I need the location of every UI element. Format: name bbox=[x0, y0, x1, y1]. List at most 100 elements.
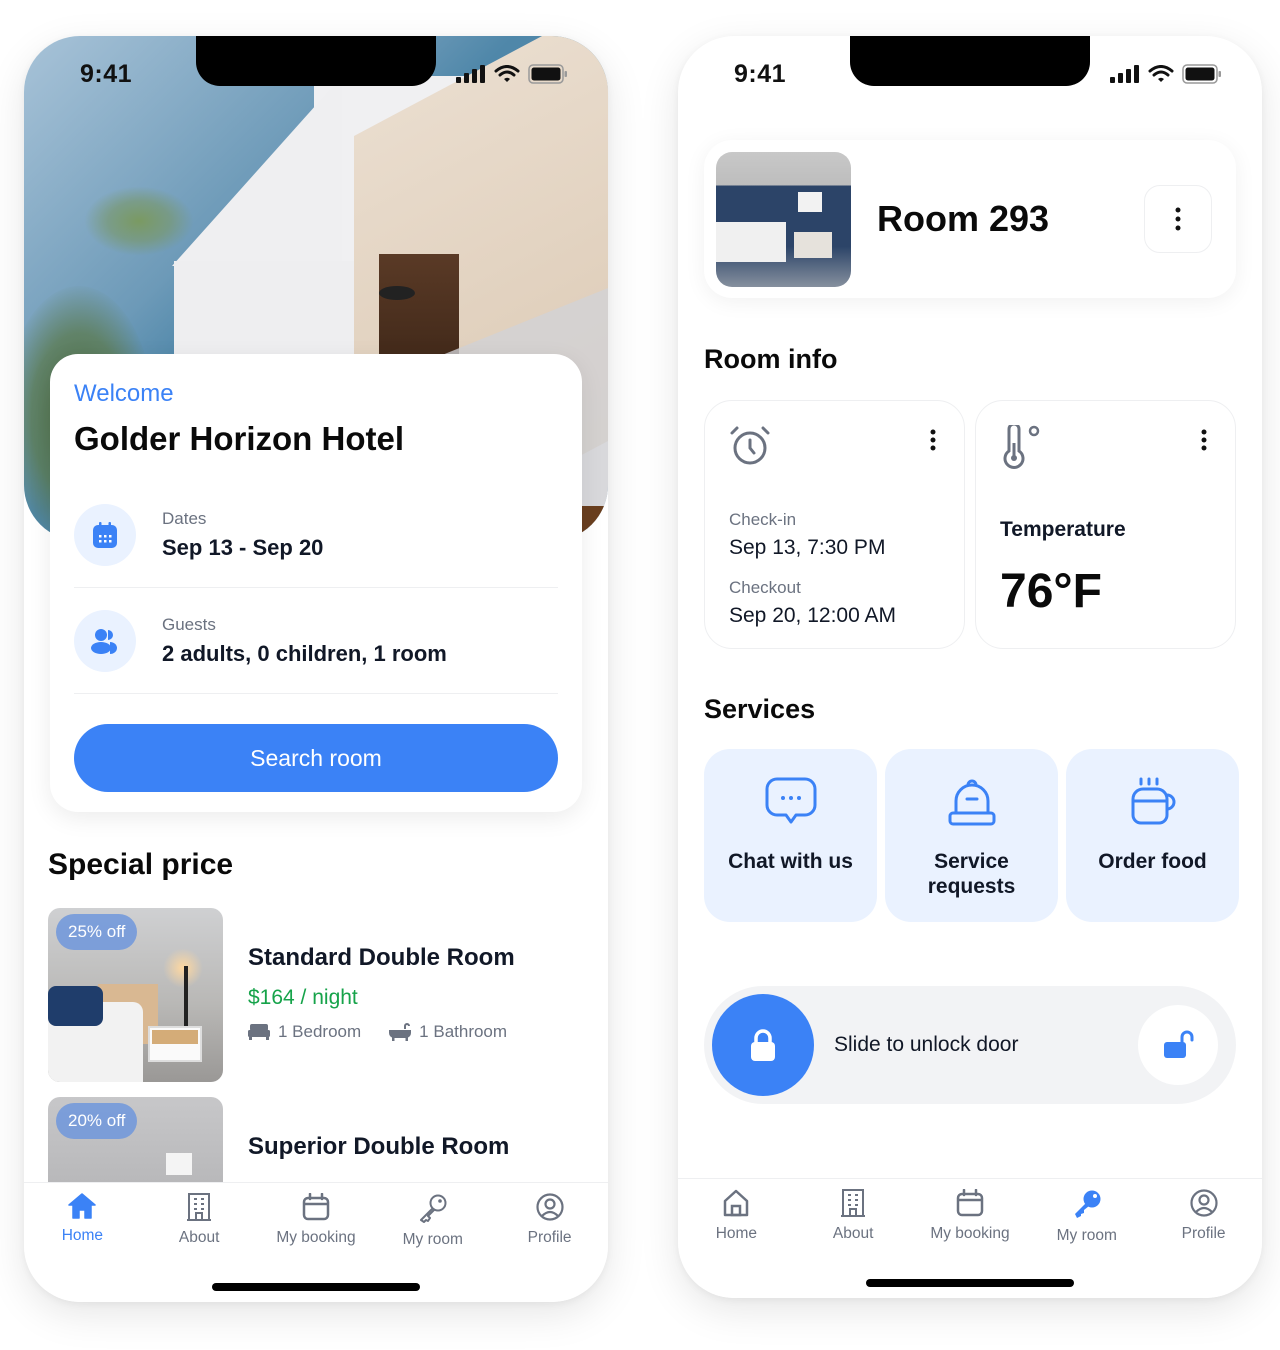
status-time: 9:41 bbox=[734, 60, 787, 88]
guests-row[interactable]: Guests 2 adults, 0 children, 1 room bbox=[74, 588, 558, 694]
device-notch bbox=[196, 36, 436, 86]
temperature-label: Temperature bbox=[1000, 518, 1126, 541]
more-options-button[interactable] bbox=[1144, 185, 1212, 253]
signal-icon bbox=[1110, 65, 1139, 83]
guests-value: 2 adults, 0 children, 1 room bbox=[162, 640, 447, 666]
service-label: Chat with us bbox=[728, 850, 853, 873]
special-price-title: Special price bbox=[48, 848, 234, 881]
tab-home[interactable]: Home bbox=[678, 1189, 794, 1245]
checkout-label: Checkout bbox=[729, 578, 801, 597]
home-icon bbox=[68, 1193, 97, 1219]
checkin-value: Sep 13, 7:30 PM bbox=[729, 536, 886, 559]
room-name: Superior Double Room bbox=[248, 1133, 510, 1160]
temperature-value: 76°F bbox=[1000, 565, 1102, 618]
more-vertical-icon bbox=[1175, 207, 1181, 231]
tab-label: Home bbox=[715, 1225, 758, 1242]
more-vertical-icon[interactable] bbox=[1201, 429, 1207, 456]
tab-label: Home bbox=[61, 1227, 104, 1244]
my-room-screen: 9:41 Room 293 Room info Check-in Sep 13,… bbox=[678, 36, 1262, 1298]
room-image: 25% off bbox=[48, 908, 223, 1082]
battery-icon bbox=[528, 64, 567, 84]
home-screen: 9:41 Welcome Golder Horizon Hotel Dates … bbox=[24, 36, 608, 1302]
tab-bar: Home About My booking My room Profile bbox=[678, 1178, 1262, 1298]
dates-row[interactable]: Dates Sep 13 - Sep 20 bbox=[74, 482, 558, 588]
stay-dates-card[interactable]: Check-in Sep 13, 7:30 PM Checkout Sep 20… bbox=[704, 400, 965, 649]
room-price: $164 / night bbox=[248, 986, 358, 1009]
slider-text: Slide to unlock door bbox=[834, 1033, 1019, 1056]
home-icon bbox=[724, 1189, 749, 1217]
calendar-icon bbox=[956, 1189, 984, 1217]
tab-about[interactable]: About bbox=[795, 1189, 911, 1245]
tab-label: My booking bbox=[276, 1229, 356, 1246]
tab-label: About bbox=[832, 1225, 874, 1242]
chat-bubble-icon bbox=[765, 777, 816, 824]
lock-icon bbox=[751, 1029, 775, 1061]
discount-badge: 25% off bbox=[56, 914, 138, 950]
user-circle-icon bbox=[1189, 1189, 1218, 1217]
users-icon bbox=[74, 609, 136, 672]
tab-label: Profile bbox=[1181, 1225, 1226, 1242]
tab-label: My booking bbox=[930, 1225, 1010, 1242]
room-name: Standard Double Room bbox=[248, 944, 515, 971]
room-card[interactable]: 25% off Standard Double Room $164 / nigh… bbox=[48, 908, 588, 1082]
service-requests[interactable]: Service requests bbox=[885, 749, 1058, 922]
more-vertical-icon[interactable] bbox=[930, 429, 936, 456]
bedroom-count: 1 Bedroom bbox=[278, 1022, 362, 1041]
device-notch bbox=[850, 36, 1090, 86]
key-icon bbox=[1074, 1190, 1101, 1218]
tab-about[interactable]: About bbox=[141, 1193, 257, 1249]
building-icon bbox=[841, 1189, 866, 1217]
tab-label: About bbox=[178, 1229, 220, 1246]
discount-badge: 20% off bbox=[56, 1103, 138, 1139]
tab-my-booking[interactable]: My booking bbox=[258, 1193, 374, 1249]
tab-home[interactable]: Home bbox=[24, 1193, 140, 1249]
tab-profile[interactable]: Profile bbox=[492, 1193, 608, 1249]
bathtub-icon bbox=[389, 1023, 412, 1041]
welcome-label: Welcome bbox=[74, 380, 174, 407]
dates-label: Dates bbox=[162, 508, 207, 528]
home-indicator bbox=[866, 1279, 1074, 1287]
tab-my-booking[interactable]: My booking bbox=[912, 1189, 1028, 1245]
checkin-label: Check-in bbox=[729, 510, 797, 529]
signal-icon bbox=[456, 65, 485, 83]
bed-icon bbox=[248, 1024, 270, 1040]
room-info-title: Room info bbox=[704, 344, 838, 374]
building-icon bbox=[187, 1193, 212, 1221]
room-photo bbox=[716, 151, 851, 287]
welcome-card: Welcome Golder Horizon Hotel Dates Sep 1… bbox=[50, 354, 582, 812]
coffee-cup-icon bbox=[1131, 777, 1175, 825]
unlock-door-slider[interactable]: Slide to unlock door bbox=[704, 986, 1236, 1104]
tab-profile[interactable]: Profile bbox=[1146, 1189, 1262, 1245]
home-indicator bbox=[212, 1283, 420, 1291]
wifi-icon bbox=[494, 65, 520, 82]
alarm-clock-icon bbox=[730, 426, 770, 465]
tab-my-room[interactable]: My room bbox=[375, 1193, 491, 1249]
dates-value: Sep 13 - Sep 20 bbox=[162, 534, 324, 560]
search-room-button[interactable]: Search room bbox=[74, 724, 558, 792]
slider-knob[interactable] bbox=[712, 994, 814, 1096]
calendar-icon bbox=[302, 1193, 330, 1221]
battery-icon bbox=[1182, 64, 1221, 84]
room-header-card: Room 293 bbox=[704, 140, 1236, 298]
tab-label: My room bbox=[402, 1231, 463, 1248]
calendar-icon bbox=[74, 503, 136, 566]
hotel-name: Golder Horizon Hotel bbox=[74, 420, 404, 457]
service-label: Service requests bbox=[927, 850, 1016, 898]
service-label: Order food bbox=[1098, 850, 1207, 873]
tab-my-room[interactable]: My room bbox=[1029, 1189, 1145, 1245]
temperature-card[interactable]: Temperature 76°F bbox=[975, 400, 1236, 649]
service-chat[interactable]: Chat with us bbox=[704, 749, 877, 922]
guests-label: Guests bbox=[162, 614, 216, 634]
user-circle-icon bbox=[535, 1193, 564, 1221]
bathroom-count: 1 Bathroom bbox=[419, 1022, 508, 1041]
room-title: Room 293 bbox=[877, 198, 1050, 239]
services-title: Services bbox=[704, 694, 816, 724]
wifi-icon bbox=[1148, 65, 1174, 82]
status-icons bbox=[456, 64, 568, 84]
service-bell-icon bbox=[948, 779, 995, 826]
service-order-food[interactable]: Order food bbox=[1066, 749, 1239, 922]
key-icon bbox=[419, 1194, 447, 1223]
status-icons bbox=[1110, 64, 1222, 84]
unlock-target bbox=[1138, 1005, 1218, 1085]
thermometer-icon bbox=[1003, 422, 1040, 469]
